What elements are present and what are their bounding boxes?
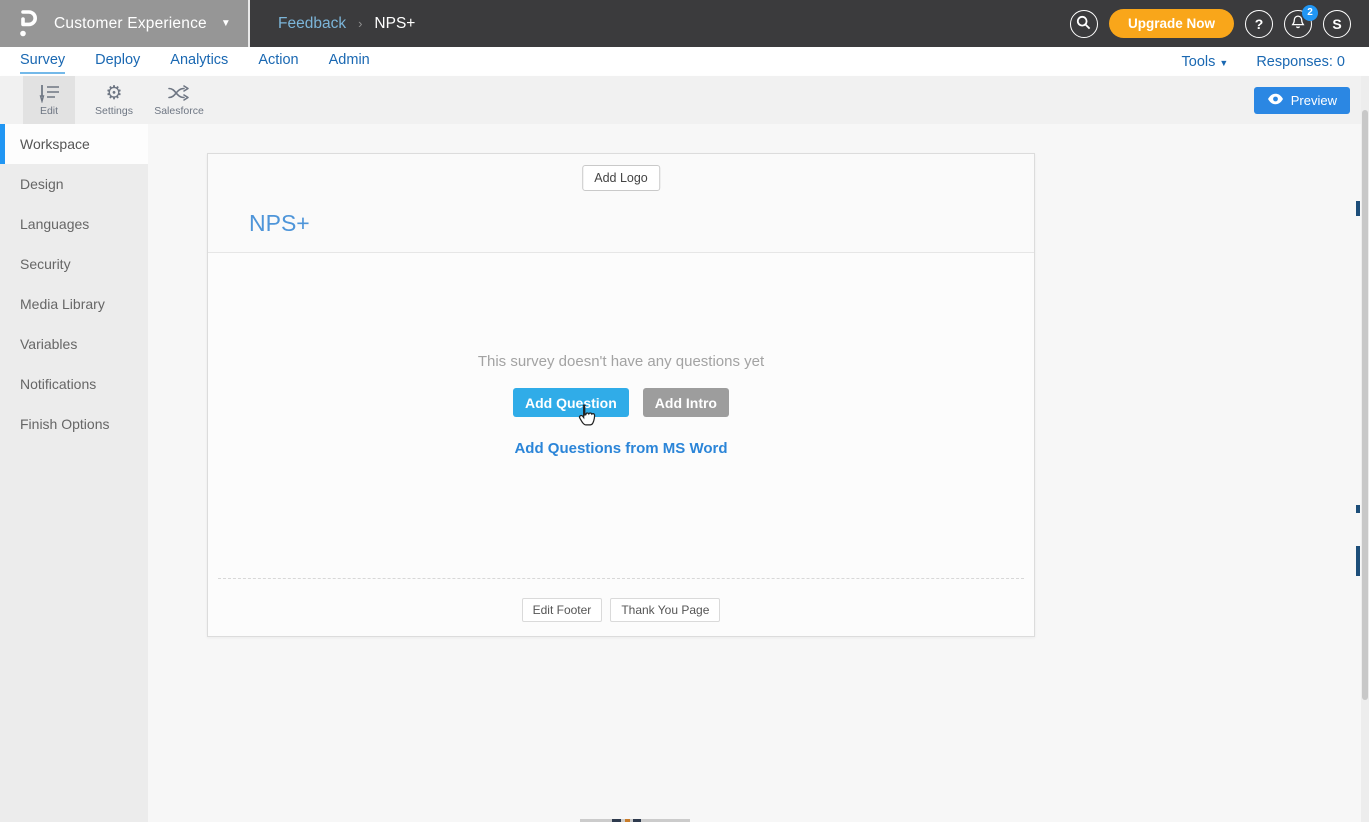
toolbar-salesforce-label: Salesforce — [154, 105, 204, 117]
sidebar-item-label: Security — [20, 256, 71, 272]
sidebar-item-workspace[interactable]: Workspace — [0, 124, 148, 164]
edit-pencil-icon — [38, 83, 60, 103]
survey-title[interactable]: NPS+ — [249, 210, 310, 237]
toolbar-settings-label: Settings — [95, 105, 133, 117]
footer-divider — [218, 578, 1024, 579]
sidebar-item-notifications[interactable]: Notifications — [0, 364, 148, 404]
questionpro-logo-icon[interactable] — [15, 9, 41, 39]
chevron-down-icon: ▼ — [1219, 57, 1229, 68]
sidebar-item-label: Languages — [20, 216, 90, 232]
add-questions-ms-word-link[interactable]: Add Questions from MS Word — [514, 440, 727, 457]
empty-state-actions: Add Question Add Intro — [208, 388, 1034, 417]
workspace-label: Customer Experience — [54, 14, 207, 32]
toolbar-edit-label: Edit — [39, 105, 59, 117]
sidebar-item-label: Design — [20, 176, 64, 192]
sidebar-item-label: Variables — [20, 336, 78, 352]
search-icon — [1076, 15, 1091, 33]
settings-sidebar: Workspace Design Languages Security Medi… — [0, 124, 148, 822]
breadcrumb-separator-icon: › — [358, 16, 363, 31]
toolbar-settings-button[interactable]: ⚙ Settings — [88, 76, 140, 124]
avatar[interactable]: S — [1323, 9, 1351, 38]
breadcrumb-parent[interactable]: Feedback — [278, 15, 346, 33]
salesforce-sync-icon — [167, 83, 191, 103]
workspace-selector[interactable]: Customer Experience ▼ — [0, 0, 250, 47]
sidebar-item-label: Notifications — [20, 376, 97, 392]
search-button[interactable] — [1069, 9, 1098, 38]
tab-deploy[interactable]: Deploy — [95, 47, 140, 74]
help-icon: ? — [1254, 15, 1264, 32]
survey-toolbar: Edit ⚙ Settings Salesforce Preview — [0, 76, 1369, 124]
top-header: Customer Experience ▼ Feedback › NPS+ Up… — [0, 0, 1369, 47]
ms-word-link-row: Add Questions from MS Word — [208, 440, 1034, 458]
tab-analytics[interactable]: Analytics — [170, 47, 228, 74]
toolbar-items: Edit ⚙ Settings Salesforce — [23, 76, 218, 124]
sidebar-item-label: Media Library — [20, 296, 105, 312]
notifications-button[interactable]: 2 — [1284, 4, 1318, 38]
avatar-initial: S — [1332, 15, 1342, 32]
add-intro-button[interactable]: Add Intro — [642, 388, 729, 417]
chevron-down-icon: ▼ — [220, 18, 231, 29]
preview-label: Preview — [1290, 93, 1337, 108]
eye-icon — [1267, 93, 1284, 108]
edge-tab-sliver — [1356, 201, 1360, 216]
edit-footer-button[interactable]: Edit Footer — [521, 598, 603, 622]
preview-button[interactable]: Preview — [1253, 87, 1350, 114]
nav-right: Tools ▼ Responses: 0 — [1182, 47, 1345, 76]
empty-state-message: This survey doesn't have any questions y… — [477, 353, 765, 370]
survey-card: Add Logo NPS+ This survey doesn't have a… — [207, 153, 1035, 637]
main-content: Add Logo NPS+ This survey doesn't have a… — [148, 124, 1369, 822]
toolbar-edit-button[interactable]: Edit — [23, 76, 75, 124]
upgrade-now-button[interactable]: Upgrade Now — [1108, 9, 1234, 38]
card-footer-actions: Edit Footer Thank You Page — [208, 598, 1034, 622]
add-logo-button[interactable]: Add Logo — [582, 165, 660, 191]
vertical-scrollbar-thumb[interactable] — [1362, 110, 1368, 700]
sidebar-item-languages[interactable]: Languages — [0, 204, 148, 244]
thank-you-page-button[interactable]: Thank You Page — [610, 598, 721, 622]
gear-icon: ⚙ — [105, 82, 123, 104]
sidebar-item-finish-options[interactable]: Finish Options — [0, 404, 148, 444]
sidebar-item-security[interactable]: Security — [0, 244, 148, 284]
help-button[interactable]: ? — [1245, 9, 1273, 38]
header-actions: Upgrade Now ? 2 S — [1069, 0, 1351, 47]
add-question-button[interactable]: Add Question — [513, 388, 629, 417]
edge-tab-sliver — [1356, 546, 1360, 576]
survey-card-header: Add Logo NPS+ — [208, 154, 1034, 253]
edge-tab-sliver — [1356, 505, 1360, 513]
toolbar-salesforce-button[interactable]: Salesforce — [153, 76, 205, 124]
main-nav: Survey Deploy Analytics Action Admin Too… — [0, 47, 1369, 76]
breadcrumb-current: NPS+ — [374, 14, 416, 32]
vertical-scrollbar-track[interactable] — [1361, 76, 1369, 822]
tab-admin[interactable]: Admin — [329, 47, 370, 74]
responses-count[interactable]: Responses: 0 — [1256, 54, 1345, 70]
sidebar-item-media-library[interactable]: Media Library — [0, 284, 148, 324]
tab-survey[interactable]: Survey — [20, 47, 66, 74]
sidebar-item-label: Finish Options — [20, 416, 110, 432]
sidebar-item-variables[interactable]: Variables — [0, 324, 148, 364]
tab-action[interactable]: Action — [258, 47, 298, 74]
sidebar-item-design[interactable]: Design — [0, 164, 148, 204]
notification-badge: 2 — [1302, 4, 1318, 21]
breadcrumb: Feedback › NPS+ — [278, 0, 415, 47]
nav-tabs: Survey Deploy Analytics Action Admin — [20, 47, 370, 76]
tools-dropdown[interactable]: Tools ▼ — [1182, 54, 1229, 70]
sidebar-item-label: Workspace — [20, 136, 90, 152]
